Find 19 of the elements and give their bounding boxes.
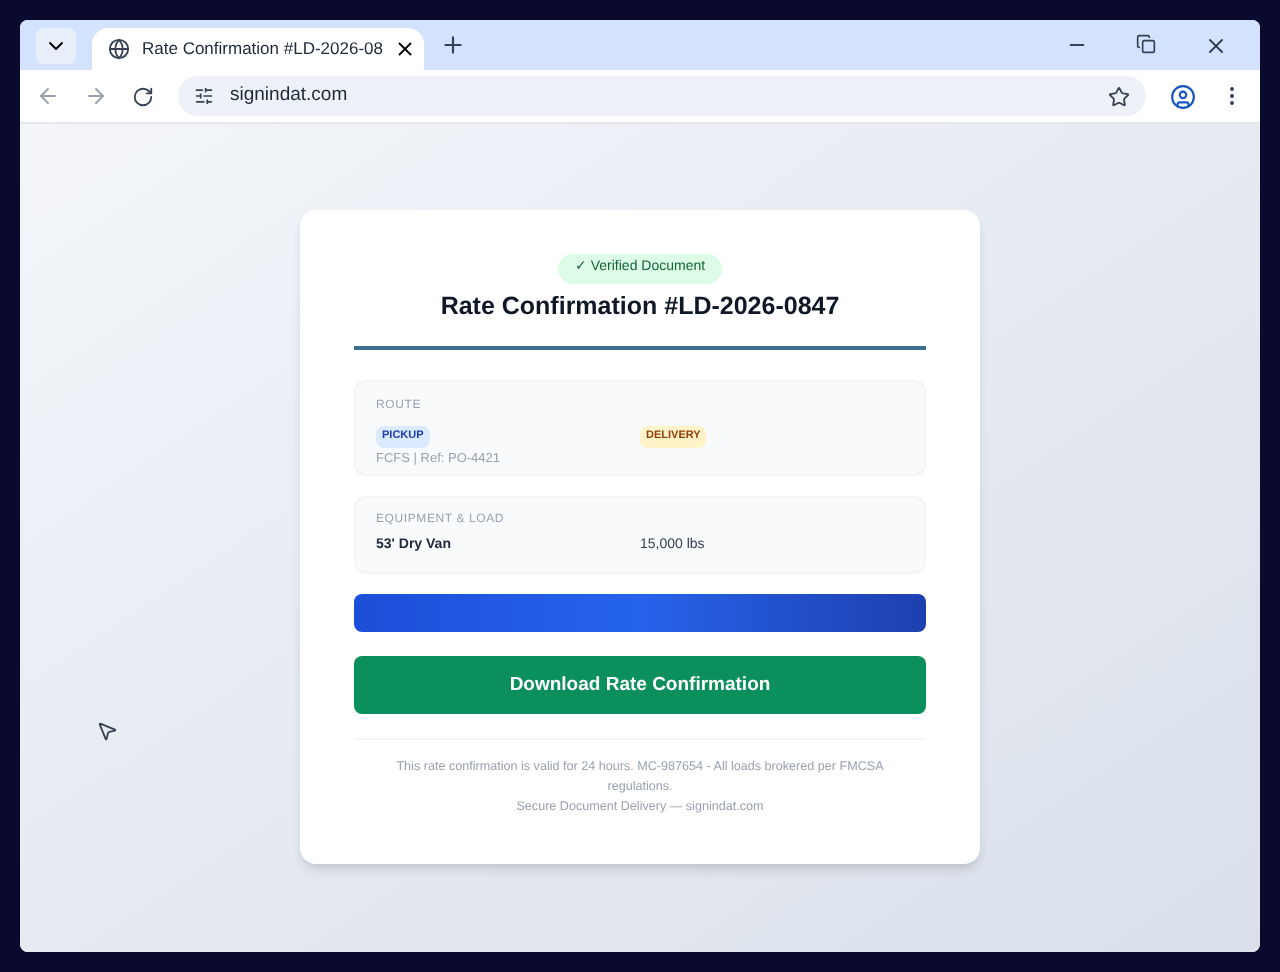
forward-icon[interactable] (84, 84, 108, 108)
close-tab-icon[interactable] (394, 38, 417, 60)
tab-list-button[interactable] (36, 27, 76, 63)
reload-icon[interactable] (132, 85, 154, 107)
back-icon[interactable] (36, 84, 60, 108)
address-bar[interactable]: signindat.com (178, 76, 1146, 116)
site-settings-icon[interactable] (194, 86, 214, 106)
bookmark-star-icon[interactable] (1108, 85, 1130, 107)
tab-title: Rate Confirmation #LD-2026-08 (142, 36, 383, 62)
url-text: signindat.com (230, 81, 348, 110)
browser-tab[interactable]: Rate Confirmation #LD-2026-08 (92, 28, 424, 70)
close-window-icon[interactable] (1204, 33, 1228, 57)
new-tab-icon[interactable] (440, 32, 466, 58)
document-title: Rate Confirmation #LD-2026-0847 (438, 289, 842, 323)
restore-icon[interactable] (1136, 33, 1156, 53)
mouse-cursor-icon (96, 720, 118, 742)
profile-icon[interactable] (1170, 83, 1196, 109)
globe-icon (108, 38, 130, 60)
download-button[interactable]: Download Rate Confirmation (354, 656, 926, 715)
